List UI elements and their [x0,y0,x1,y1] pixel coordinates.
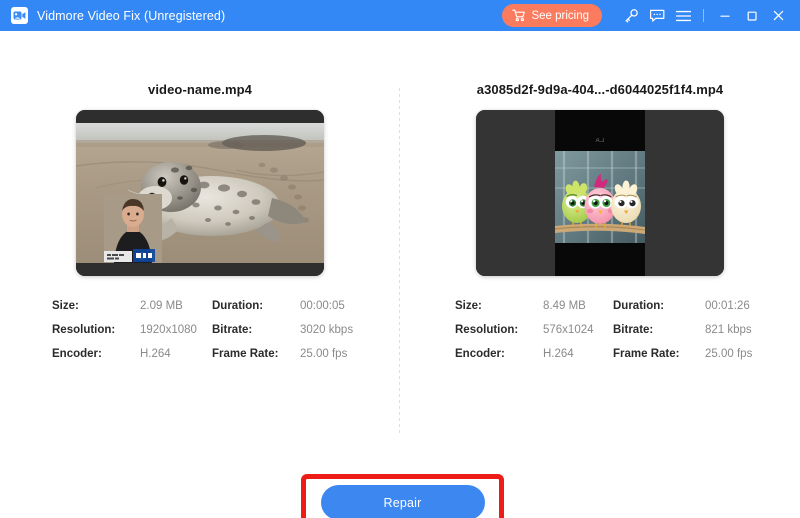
titlebar-icon-group [618,3,792,29]
meta-label-framerate: Frame Rate: [613,348,680,360]
meta-label-resolution: Resolution: [52,324,116,336]
pane-divider [399,88,400,433]
meta-value-bitrate: 821 kbps [705,324,752,336]
shopping-cart-icon [512,9,526,22]
source-video-pane: video-name.mp4 Size: 2.09 MB Duration: 0… [0,31,400,391]
meta-label-resolution: Resolution: [455,324,519,336]
key-icon[interactable] [618,3,644,29]
meta-label-size: Size: [455,300,482,312]
meta-value-size: 2.09 MB [140,300,183,312]
feedback-icon[interactable] [644,3,670,29]
app-title: Vidmore Video Fix (Unregistered) [37,8,226,23]
meta-label-bitrate: Bitrate: [613,324,654,336]
see-pricing-button[interactable]: See pricing [502,4,602,27]
minimize-button[interactable] [711,3,738,29]
meta-label-bitrate: Bitrate: [212,324,253,336]
cartoon-birds-thumbnail[interactable]: A.J [476,110,724,276]
content-area: video-name.mp4 Size: 2.09 MB Duration: 0… [0,31,800,518]
meta-value-resolution: 576x1024 [543,324,594,336]
meta-label-encoder: Encoder: [455,348,505,360]
meta-value-framerate: 25.00 fps [300,348,348,360]
window-controls [711,3,792,29]
video-panes: video-name.mp4 Size: 2.09 MB Duration: 0… [0,31,800,433]
sample-metadata-table: Size: 8.49 MB Duration: 00:01:26 Resolut… [455,300,752,360]
app-window: Vidmore Video Fix (Unregistered) See pri… [0,0,800,518]
meta-value-bitrate: 3020 kbps [300,324,354,336]
meta-label-framerate: Frame Rate: [212,348,279,360]
meta-value-resolution: 1920x1080 [140,324,197,336]
video-camera-icon [11,7,28,24]
repair-button[interactable]: Repair [320,485,485,518]
meta-label-duration: Duration: [212,300,264,312]
meta-label-duration: Duration: [613,300,665,312]
meta-value-duration: 00:01:26 [705,300,750,312]
sample-file-name: a3085d2f-9d9a-404...-d6044025f1f4.mp4 [476,82,724,97]
meta-value-encoder: H.264 [140,348,171,360]
menu-icon[interactable] [670,3,696,29]
meta-value-framerate: 25.00 fps [705,348,753,360]
repair-highlight-annotation: Repair [301,474,504,518]
sample-video-pane: a3085d2f-9d9a-404...-d6044025f1f4.mp4 A.… [400,31,800,391]
meta-value-duration: 00:00:05 [300,300,345,312]
maximize-button[interactable] [738,3,765,29]
meta-label-size: Size: [52,300,79,312]
close-button[interactable] [765,3,792,29]
titlebar-divider [703,9,704,22]
source-file-name: video-name.mp4 [148,82,252,97]
see-pricing-label: See pricing [531,9,589,22]
seal-on-beach-thumbnail[interactable] [76,110,324,276]
meta-label-encoder: Encoder: [52,348,102,360]
title-bar: Vidmore Video Fix (Unregistered) See pri… [0,0,800,31]
source-metadata-table: Size: 2.09 MB Duration: 00:00:05 Resolut… [52,300,353,360]
meta-value-size: 8.49 MB [543,300,586,312]
meta-value-encoder: H.264 [543,348,574,360]
svg-text:A.J: A.J [596,138,605,144]
